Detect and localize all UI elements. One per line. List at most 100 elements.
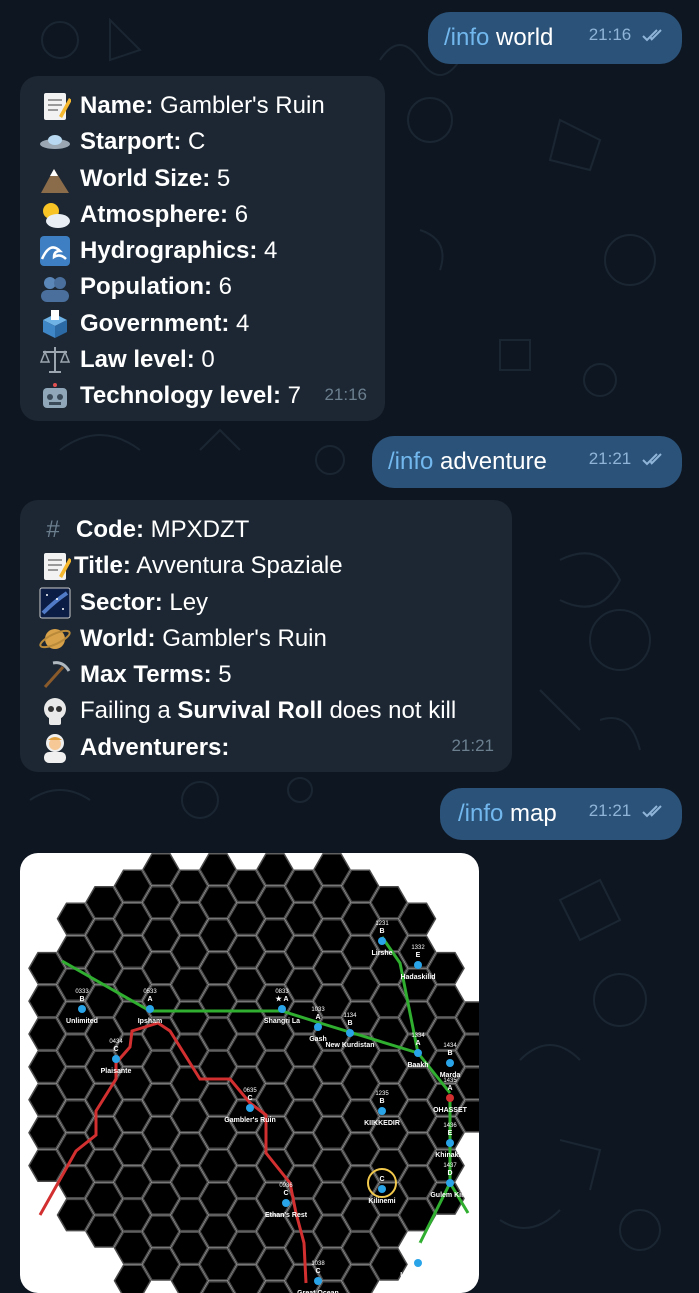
sector-map-image[interactable]: 0333 B Unlimited 0533 A Ipsham 0833 ★ A Shangri … [20, 853, 479, 1293]
world-hex-number: 1231 [375, 921, 389, 927]
code-value: MPXDZT [150, 516, 250, 543]
world-dot [378, 1185, 386, 1193]
world-info-message: Name: Gambler's Ruin Starport: C World S… [20, 76, 385, 421]
hex-cell [256, 918, 294, 952]
command-text[interactable]: /info [444, 24, 489, 51]
world-starport-code: A [415, 1040, 420, 1047]
ringed-planet-icon [38, 622, 72, 656]
world-name: Hadaskilid [400, 974, 435, 981]
memo-icon [38, 549, 72, 583]
message-time: 21:21 [588, 448, 632, 468]
population-label: Population: [80, 273, 212, 301]
world-info-row: Name: Gambler's Ruin [38, 88, 367, 124]
hex-cell [398, 1001, 437, 1034]
hex-cell [370, 1149, 408, 1182]
hex-cell [199, 886, 237, 919]
hex-cell [313, 886, 351, 919]
hex-cell [341, 869, 380, 903]
hex-cell [341, 968, 380, 1001]
world-name: KIIKKEDIR [364, 1120, 400, 1127]
hex-cell [170, 1067, 209, 1100]
hash-icon: # [46, 516, 60, 543]
world-hex-number: 1332 [411, 945, 425, 951]
command-text[interactable]: /info [458, 800, 503, 827]
outgoing-message-map[interactable]: /info map 21:21 [440, 788, 682, 840]
world-name: Gash [309, 1036, 327, 1043]
command-argument: adventure [440, 448, 547, 475]
government-label: Government: [80, 309, 230, 337]
flying-saucer-icon [38, 125, 72, 159]
world-dot [378, 937, 386, 945]
world-info-row: Starport: C [38, 124, 367, 160]
world-name: Unlimited [66, 1018, 98, 1025]
world-name: Khinakhi [435, 1152, 465, 1159]
title-label: Title: [74, 552, 131, 580]
hex-cell [142, 1149, 180, 1182]
hex-cell [227, 935, 266, 969]
mountain-icon [38, 162, 72, 196]
outgoing-message-world[interactable]: /info world 21:16 [428, 12, 682, 64]
hex-cell [284, 869, 323, 903]
hex-cell [28, 951, 66, 985]
sector-value: Ley [169, 588, 209, 616]
command-text[interactable]: /info [388, 448, 433, 475]
hex-cell [313, 1149, 351, 1182]
hex-cell [398, 902, 437, 936]
double-check-icon [642, 453, 662, 466]
double-check-icon [642, 29, 662, 42]
world-name: Umu Harat [400, 1272, 436, 1279]
world-dot [314, 1023, 322, 1031]
world-name: Lirshe [371, 950, 392, 957]
atmosphere-value: 6 [234, 200, 249, 228]
hex-cell [370, 1083, 408, 1117]
hex-cell [313, 1050, 351, 1084]
hex-cell [227, 1231, 266, 1265]
hex-cell [313, 1215, 351, 1248]
world-starport-code: ★ A [275, 995, 288, 1003]
adventure-info-row: Max Terms: 5 [38, 657, 494, 693]
survival-roll: Survival Roll [177, 697, 323, 725]
message-time: 21:21 [451, 735, 494, 755]
world-size-value: 5 [216, 164, 231, 192]
world-dot [446, 1139, 454, 1147]
hex-cell [341, 902, 380, 936]
world-name: Gambler's Ruin [224, 1117, 275, 1124]
hex-cell [28, 1149, 66, 1182]
hex-cell [85, 886, 123, 919]
outgoing-message-adventure[interactable]: /info adventure 21:21 [372, 436, 682, 488]
command-argument: map [510, 800, 557, 827]
world-hex-number: 1434 [443, 1043, 457, 1049]
world-hex-number: 0936 [279, 1183, 293, 1189]
law-level-value: 0 [201, 346, 215, 374]
world-starport-code: A [447, 1085, 452, 1092]
ballot-box-icon [38, 307, 72, 341]
message-meta: 21:21 [589, 793, 668, 829]
hex-cell [85, 1149, 123, 1182]
atmosphere-label: Atmosphere: [80, 200, 229, 228]
hex-cell [256, 853, 294, 886]
hex-cell [56, 902, 95, 936]
hex-cell [56, 1034, 95, 1067]
world-starport-code: E [448, 1130, 453, 1137]
world-info-row: Atmosphere: 6 [38, 197, 367, 233]
hex-cell [142, 853, 180, 886]
hex-cell [170, 968, 209, 1001]
hex-cell [199, 918, 237, 952]
tech-level-value: 7 [287, 382, 301, 410]
hex-cell [227, 1001, 266, 1034]
hex-cell [313, 853, 351, 886]
hex-cell [199, 1248, 237, 1281]
world-starport-code: D [447, 1170, 452, 1177]
world-name: Ipsham [138, 1018, 163, 1025]
message-time: 21:16 [324, 384, 367, 404]
world-starport-code: C [247, 1095, 252, 1102]
world-name: New Kurdistan [325, 1042, 374, 1049]
sector-map[interactable]: 0333BUnlimited0533AIpsham0833★ AShangri … [20, 853, 479, 1293]
memo-icon [38, 89, 72, 123]
hex-cell [341, 1067, 380, 1100]
world-label: World: [80, 624, 156, 652]
world-dot [282, 1199, 290, 1207]
world-dot [278, 1005, 286, 1013]
hex-cell [113, 1198, 152, 1232]
world-dot [314, 1277, 322, 1285]
